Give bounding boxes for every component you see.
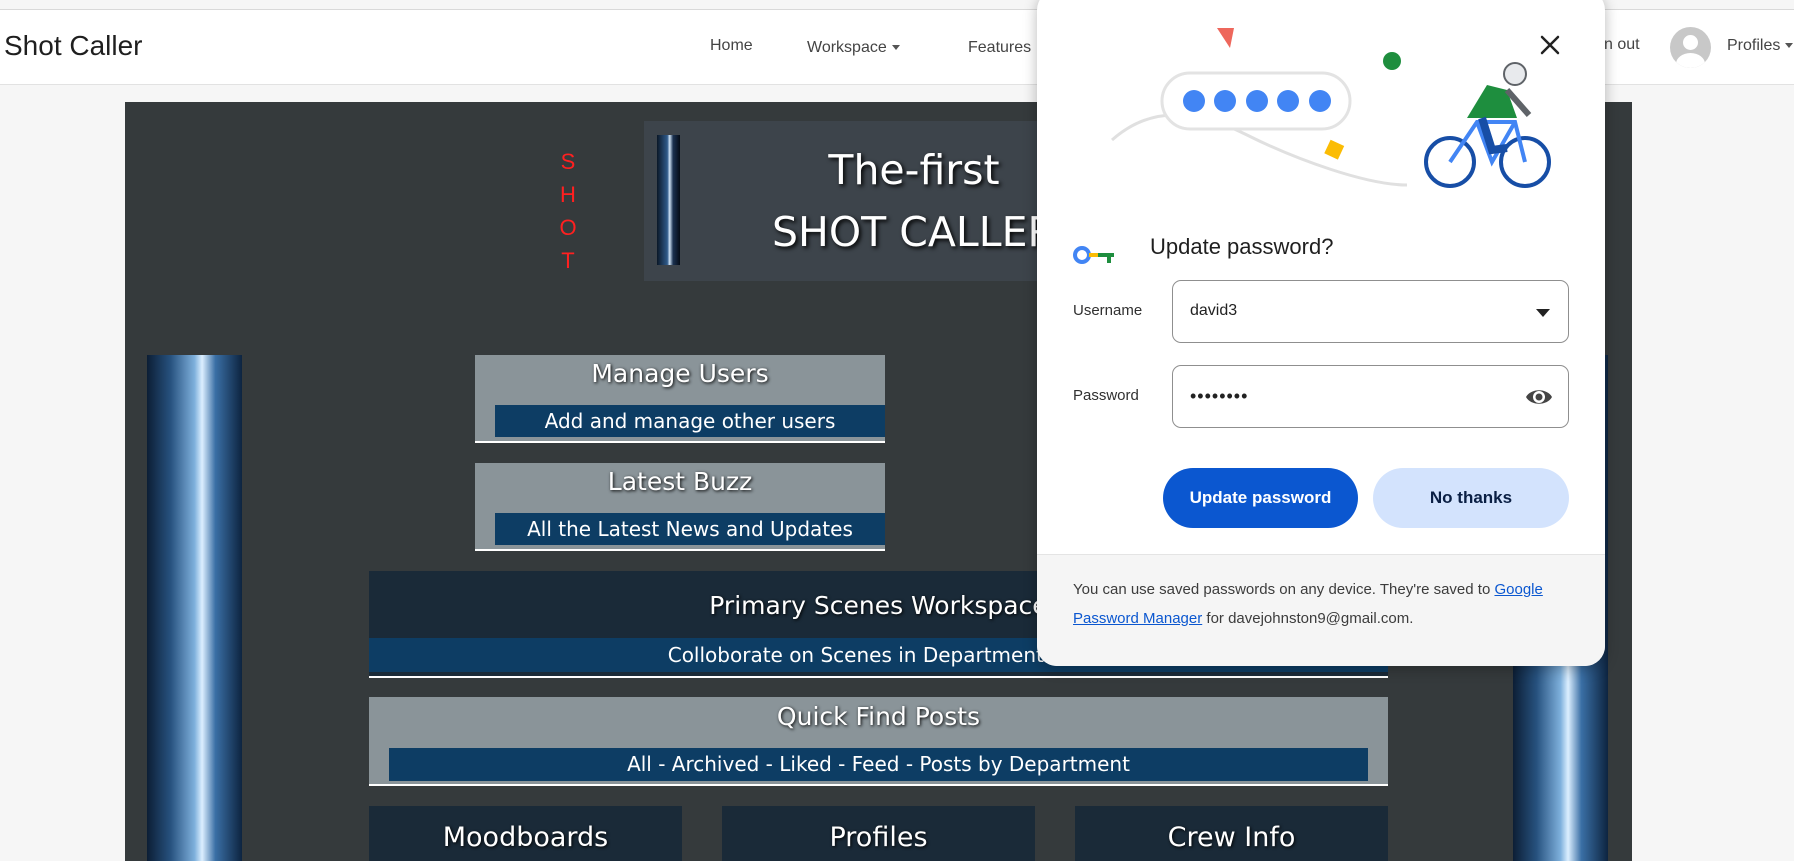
dialog-title: Update password? xyxy=(1150,234,1334,259)
caret-down-icon xyxy=(891,45,900,51)
card-subtitle: Add and manage other users xyxy=(495,405,885,437)
eye-icon[interactable] xyxy=(1524,385,1554,409)
nav-workspace[interactable]: Workspace xyxy=(807,39,900,57)
nav-workspace-label: Workspace xyxy=(807,39,887,56)
hero-door-image xyxy=(657,135,680,265)
shot-letter: T xyxy=(561,248,575,273)
password-value: •••••••• xyxy=(1190,386,1249,406)
username-value: david3 xyxy=(1190,302,1238,319)
password-field[interactable]: •••••••• xyxy=(1172,365,1569,428)
footer-text: You can use saved passwords on any devic… xyxy=(1073,575,1573,633)
nav-features[interactable]: Features xyxy=(968,39,1031,57)
avatar[interactable] xyxy=(1670,27,1711,68)
card-latest-buzz[interactable]: Latest Buzz All the Latest News and Upda… xyxy=(475,463,885,551)
shot-letter: H xyxy=(560,182,576,207)
no-thanks-button[interactable]: No thanks xyxy=(1373,468,1569,528)
caret-down-icon xyxy=(1785,43,1794,49)
close-icon[interactable] xyxy=(1535,30,1565,60)
avatar-head xyxy=(1683,35,1698,50)
card-title: Latest Buzz xyxy=(607,467,753,496)
footer-text-part1: You can use saved passwords on any devic… xyxy=(1073,581,1495,598)
update-password-button[interactable]: Update password xyxy=(1163,468,1358,528)
card-subtitle: All - Archived - Liked - Feed - Posts by… xyxy=(389,748,1368,781)
tile-moodboards[interactable]: Moodboards xyxy=(369,806,682,861)
password-label: Password xyxy=(1073,387,1139,404)
avatar-body xyxy=(1676,53,1705,68)
card-subtitle: All the Latest News and Updates xyxy=(495,513,885,545)
tile-profiles[interactable]: Profiles xyxy=(722,806,1035,861)
card-title: Manage Users xyxy=(591,359,769,388)
dialog-footer: You can use saved passwords on any devic… xyxy=(1037,554,1605,666)
update-password-dialog: Update password? Username david3 Passwor… xyxy=(1037,0,1605,666)
shot-vertical-text: S H O T xyxy=(553,145,583,277)
key-icon xyxy=(1073,246,1114,264)
username-label: Username xyxy=(1073,302,1143,319)
nav-profiles[interactable]: Profiles xyxy=(1727,37,1794,55)
shot-letter: O xyxy=(559,215,577,240)
tile-crew-info[interactable]: Crew Info xyxy=(1075,806,1388,861)
card-title: Quick Find Posts xyxy=(776,702,981,731)
brand-title[interactable]: Shot Caller xyxy=(4,30,143,62)
nav-profiles-label: Profiles xyxy=(1727,37,1781,54)
card-manage-users[interactable]: Manage Users Add and manage other users xyxy=(475,355,885,443)
card-quick-find[interactable]: Quick Find Posts All - Archived - Liked … xyxy=(369,697,1388,786)
nav-signout[interactable]: n out xyxy=(1604,36,1640,54)
left-door-image xyxy=(147,355,242,861)
dropdown-arrow-icon xyxy=(1536,309,1550,317)
username-select[interactable]: david3 xyxy=(1172,280,1569,343)
nav-home[interactable]: Home xyxy=(710,37,753,55)
cyclist-illustration xyxy=(1111,28,1551,188)
footer-text-part2: for davejohnston9@gmail.com. xyxy=(1202,610,1414,627)
shot-letter: S xyxy=(560,149,576,174)
